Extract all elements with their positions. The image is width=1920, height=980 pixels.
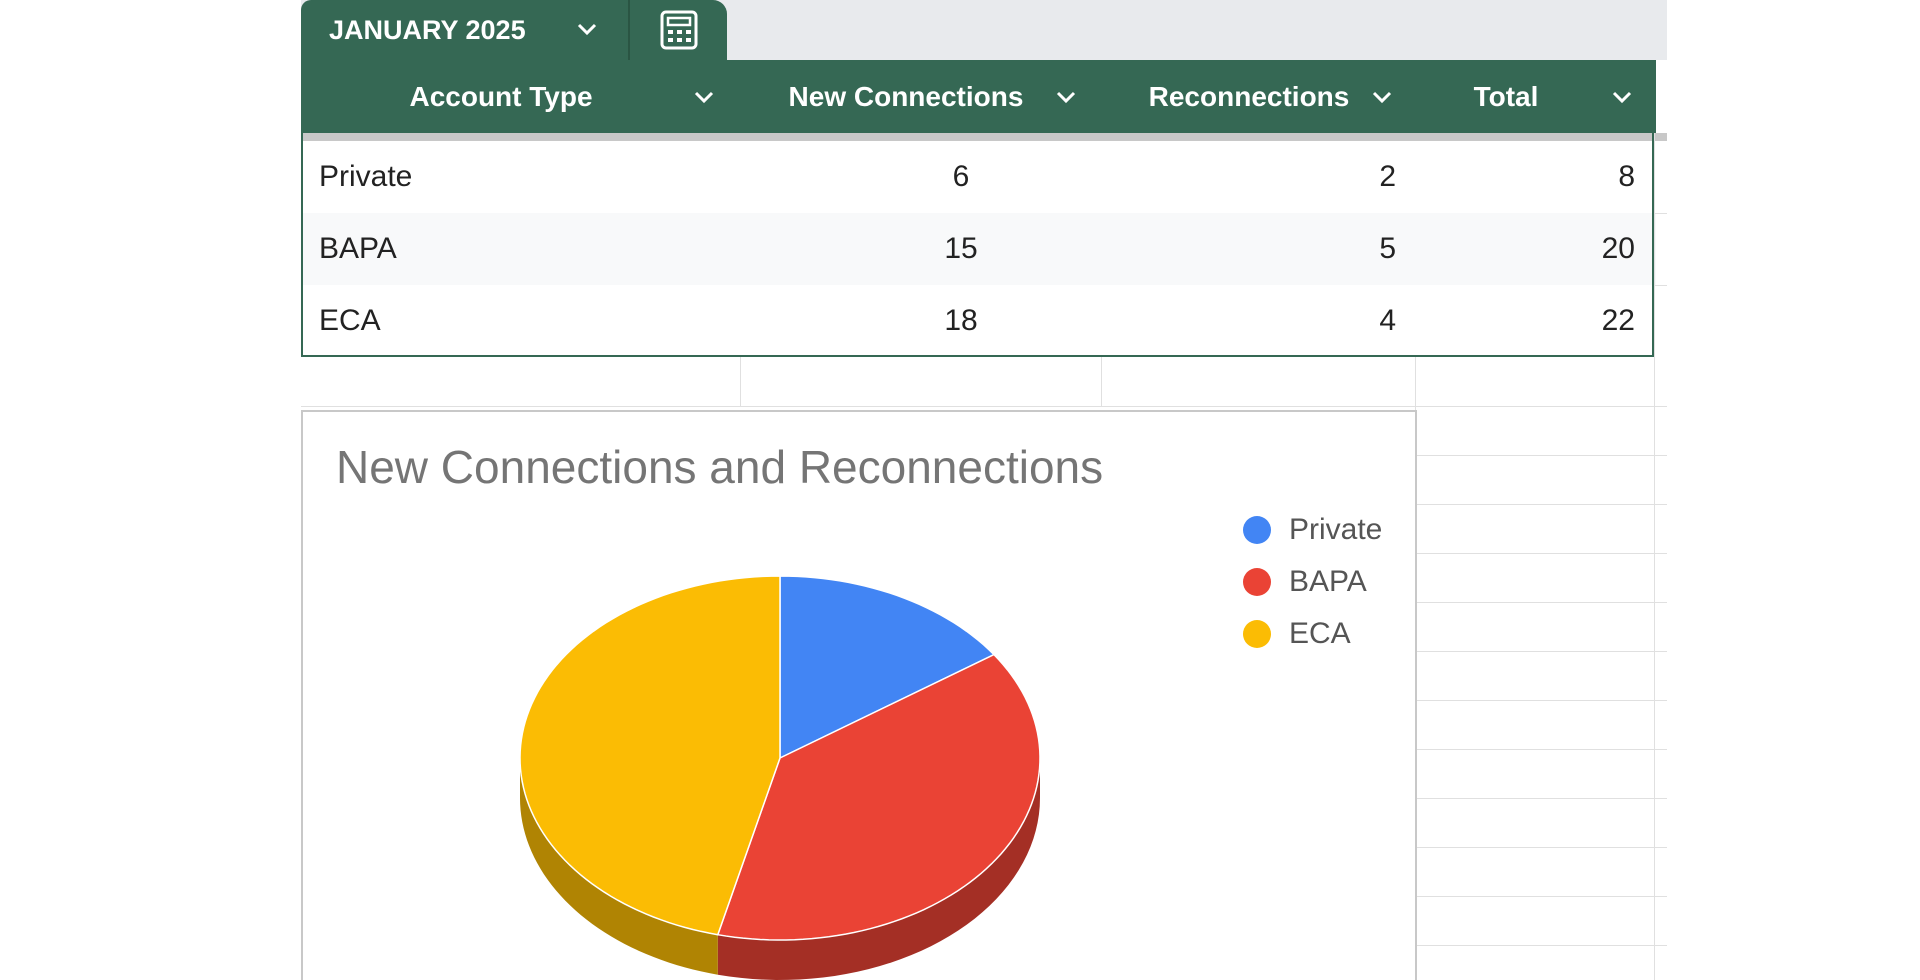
pie-chart[interactable]: New Connections and Reconnections Privat…: [301, 410, 1417, 980]
gridline: [1101, 357, 1102, 407]
table-row[interactable]: Private 6 2 8: [301, 141, 1656, 213]
gridline: [1415, 798, 1667, 799]
gridline: [1415, 700, 1667, 701]
cell-total[interactable]: 8: [1501, 141, 1635, 213]
gridline: [1415, 504, 1667, 505]
cell-reconnections[interactable]: 5: [1301, 213, 1396, 285]
gridline: [1415, 602, 1667, 603]
cell-new-connections[interactable]: 18: [881, 285, 1041, 357]
cell-account-type[interactable]: BAPA: [319, 213, 397, 285]
chevron-down-icon[interactable]: [1369, 84, 1395, 110]
cell-total[interactable]: 22: [1501, 285, 1635, 357]
sheet-tab[interactable]: JANUARY 2025: [301, 0, 628, 60]
sheet-tab-label: JANUARY 2025: [329, 14, 526, 45]
header-label: Account Type: [409, 80, 593, 112]
header-label: New Connections: [788, 80, 1024, 112]
pie-plot: [519, 575, 1041, 980]
cell-account-type[interactable]: Private: [319, 141, 412, 213]
cell-total[interactable]: 20: [1501, 213, 1635, 285]
table-row[interactable]: ECA 18 4 22: [301, 285, 1656, 357]
header-reconnections[interactable]: Reconnections: [1099, 60, 1399, 133]
header-total[interactable]: Total: [1431, 60, 1581, 133]
table-header: Account Type New Connections Reconnectio…: [301, 60, 1656, 133]
chevron-down-icon[interactable]: [574, 16, 600, 42]
gridline: [1415, 651, 1667, 652]
header-label: Total: [1473, 80, 1539, 112]
gridline: [1654, 213, 1667, 214]
chevron-down-icon[interactable]: [1609, 84, 1635, 110]
cell-reconnections[interactable]: 4: [1301, 285, 1396, 357]
header-label: Reconnections: [1148, 80, 1350, 112]
gridline: [1415, 749, 1667, 750]
cell-account-type[interactable]: ECA: [319, 285, 381, 357]
calculator-button[interactable]: [630, 0, 727, 60]
gridline: [1654, 285, 1667, 286]
gridline: [740, 357, 741, 407]
calculator-icon: [660, 10, 697, 50]
gridline: [1415, 553, 1667, 554]
cell-new-connections[interactable]: 6: [881, 141, 1041, 213]
chevron-down-icon[interactable]: [691, 84, 717, 110]
spreadsheet: JANUARY 2025 Account Type New Connection…: [301, 0, 1667, 980]
frozen-row-divider: [301, 133, 1667, 141]
gridline: [1415, 945, 1667, 946]
header-account-type[interactable]: Account Type: [301, 60, 701, 133]
cell-new-connections[interactable]: 15: [881, 213, 1041, 285]
header-new-connections[interactable]: New Connections: [741, 60, 1071, 133]
cell-reconnections[interactable]: 2: [1301, 141, 1396, 213]
gridline: [1654, 133, 1655, 980]
gridline: [1415, 455, 1667, 456]
table-row[interactable]: BAPA 15 5 20: [301, 213, 1656, 285]
chevron-down-icon[interactable]: [1053, 84, 1079, 110]
gridline: [301, 406, 1667, 407]
gridline: [1415, 847, 1667, 848]
gridline: [1415, 896, 1667, 897]
